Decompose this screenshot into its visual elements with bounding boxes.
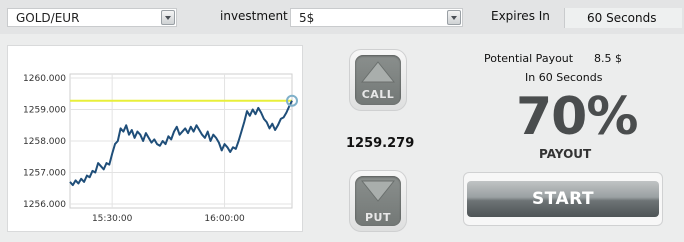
expires-value-box: 60 Seconds [564, 8, 682, 28]
start-button-frame: START [463, 172, 663, 226]
payout-time-label: In 60 Seconds [525, 71, 603, 84]
y-tick-label: 1257.000 [23, 169, 66, 179]
put-button-face: PUT [355, 176, 401, 226]
price-chart: 1256.000 1257.000 1258.000 1259.000 1260.000… [23, 73, 298, 224]
potential-payout-value: 8.5 $ [594, 52, 622, 65]
start-button[interactable]: START [467, 181, 659, 217]
price-chart-panel: 1256.000 1257.000 1258.000 1259.000 1260.000… [7, 45, 303, 232]
investment-select[interactable]: 5$ [290, 8, 463, 27]
investment-select-value: 5$ [299, 11, 315, 25]
arrow-up-icon [361, 61, 395, 83]
x-tick-label: 15:30:00 [92, 214, 133, 224]
expires-label: Expires In [491, 9, 550, 23]
top-bar: GOLD/EUR investment 5$ Expires In 60 Sec… [0, 0, 684, 34]
y-tick-label: 1256.000 [23, 200, 66, 210]
y-tick-label: 1258.000 [23, 137, 66, 147]
chevron-down-icon[interactable] [161, 10, 175, 25]
y-tick-label: 1259.000 [23, 106, 66, 116]
call-button-face: CALL [355, 55, 401, 105]
investment-label: investment [220, 9, 288, 23]
call-button[interactable]: CALL [349, 49, 407, 111]
arrow-down-icon [361, 180, 395, 202]
chevron-down-icon[interactable] [447, 10, 461, 25]
call-label: CALL [361, 88, 395, 101]
put-button[interactable]: PUT [349, 170, 407, 232]
payout-word: PAYOUT [539, 147, 592, 161]
expires-value: 60 Seconds [587, 11, 657, 25]
put-label: PUT [365, 211, 391, 224]
asset-select[interactable]: GOLD/EUR [7, 8, 177, 27]
y-tick-label: 1260.000 [23, 74, 66, 84]
current-price: 1259.279 [346, 136, 415, 151]
potential-payout-label: Potential Payout [484, 52, 574, 65]
payout-percent: 70% [516, 87, 638, 147]
x-tick-label: 16:00:00 [204, 214, 245, 224]
asset-select-value: GOLD/EUR [16, 11, 80, 25]
